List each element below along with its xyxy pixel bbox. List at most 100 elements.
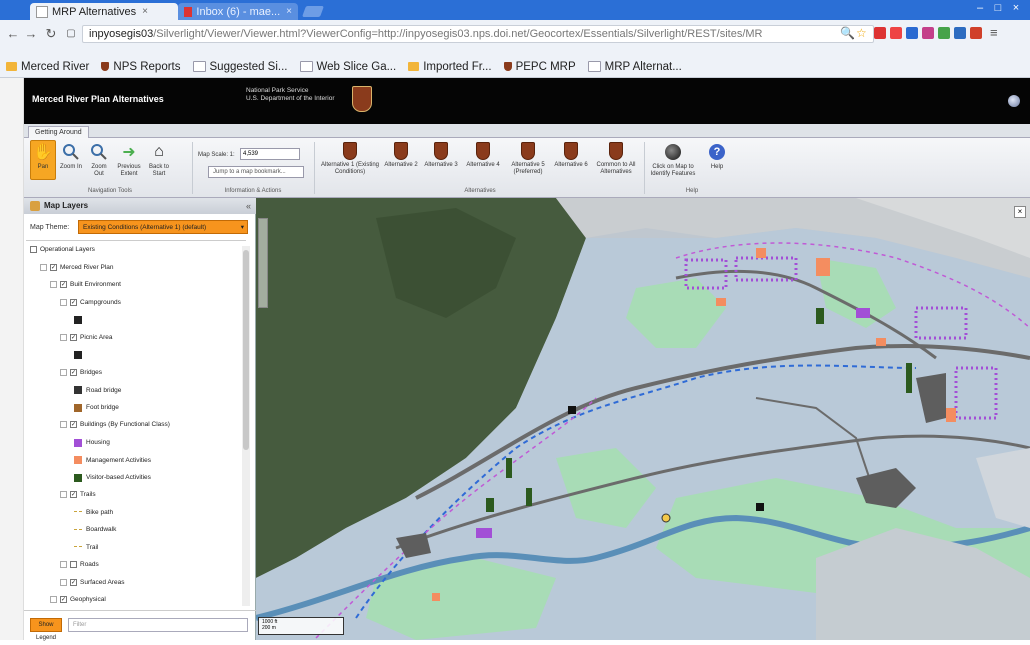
map-scale-input[interactable]: 4,539: [240, 148, 300, 160]
forward-arrow-icon[interactable]: →: [24, 27, 38, 41]
expander-icon[interactable]: [60, 368, 67, 376]
alternative-label: Alternative 3: [424, 162, 458, 168]
layer-tree-row[interactable]: ✓ Buildings (By Functional Class): [60, 421, 170, 428]
layer-checkbox[interactable]: ✓: [70, 368, 77, 376]
extension-icon[interactable]: [938, 27, 950, 39]
legend-swatch: [74, 351, 82, 359]
expander-icon[interactable]: [60, 491, 67, 498]
extension-icon[interactable]: [954, 27, 966, 39]
address-bar[interactable]: inpyosegis03/Silverlight/Viewer/Viewer.h…: [82, 25, 874, 43]
bookmark-item[interactable]: Merced River: [6, 61, 89, 73]
extension-icon[interactable]: [970, 27, 982, 39]
common-to-all-button[interactable]: Common to All Alternatives: [594, 142, 638, 176]
collapse-icon[interactable]: «: [246, 201, 251, 211]
layer-checkbox[interactable]: ✓: [70, 578, 77, 586]
expander-icon[interactable]: [50, 596, 57, 603]
layer-checkbox[interactable]: ✓: [70, 333, 77, 341]
layer-tree-row[interactable]: Bike path: [60, 509, 113, 516]
layer-checkbox[interactable]: ✓: [70, 421, 77, 428]
extension-icon[interactable]: [906, 27, 918, 39]
alternative-1-button[interactable]: Alternative 1 (Existing Conditions): [320, 142, 380, 176]
bookmark-item[interactable]: NPS Reports: [101, 61, 181, 73]
page-info-icon[interactable]: ▢: [64, 27, 78, 41]
close-tab-icon[interactable]: ×: [142, 6, 148, 17]
reload-icon[interactable]: ↻: [44, 27, 58, 41]
bookmark-item[interactable]: PEPC MRP: [503, 61, 576, 73]
tab-inbox[interactable]: Inbox (6) - mae... ×: [178, 3, 298, 20]
close-tab-icon[interactable]: ×: [286, 6, 292, 17]
star-icon[interactable]: ☆: [856, 26, 867, 40]
extension-icon[interactable]: [890, 27, 902, 39]
layer-checkbox[interactable]: ✓: [60, 281, 67, 288]
layer-tree-row[interactable]: ✓ Campgrounds: [60, 298, 121, 306]
show-legend-button[interactable]: Show Legend: [30, 618, 62, 641]
scrollbar-thumb[interactable]: [243, 250, 249, 450]
layer-checkbox[interactable]: [30, 246, 37, 253]
bookmark-item[interactable]: Suggested Si...: [192, 61, 288, 73]
layer-checkbox[interactable]: ✓: [70, 298, 77, 306]
bookmark-label: MRP Alternat...: [604, 60, 682, 73]
identify-button[interactable]: Click on Map to Identify Features: [650, 142, 696, 178]
zoom-slider[interactable]: [258, 218, 268, 308]
menu-icon[interactable]: ≡: [990, 25, 998, 40]
filter-input[interactable]: Filter: [68, 618, 248, 632]
layer-tree-row[interactable]: Management Activities: [60, 456, 151, 464]
zoom-in-button[interactable]: Zoom In: [58, 142, 84, 171]
agency-name: National Park Service U.S. Department of…: [246, 87, 335, 103]
expander-icon[interactable]: [50, 281, 57, 288]
alternative-5-button[interactable]: Alternative 5 (Preferred): [506, 142, 550, 176]
layer-tree-row[interactable]: ✓ Surfaced Areas: [60, 578, 124, 586]
alternative-6-button[interactable]: Alternative 6: [554, 142, 588, 169]
layer-tree-row[interactable]: Visitor-based Activities: [60, 473, 151, 482]
map-view[interactable]: [256, 198, 1030, 640]
layer-checkbox[interactable]: ✓: [50, 263, 57, 271]
close-icon[interactable]: ×: [1014, 206, 1026, 218]
extension-icon[interactable]: [874, 27, 886, 39]
extension-icon[interactable]: [922, 27, 934, 39]
layer-tree-row[interactable]: [60, 316, 86, 324]
layer-tree-row[interactable]: Roads: [60, 561, 99, 568]
layer-tree-row[interactable]: [60, 351, 86, 359]
layer-tree-row[interactable]: ✓ Geophysical: [50, 596, 106, 603]
expander-icon[interactable]: [60, 578, 67, 586]
previous-extent-button[interactable]: ➜ Previous Extent: [116, 142, 142, 178]
layer-tree-row[interactable]: ✓ Merced River Plan: [40, 263, 113, 271]
bookmark-item[interactable]: Web Slice Ga...: [299, 61, 396, 73]
layer-checkbox[interactable]: ✓: [70, 491, 77, 498]
layer-checkbox[interactable]: ✓: [60, 596, 67, 603]
expander-icon[interactable]: [60, 561, 67, 568]
bookmark-item[interactable]: Imported Fr...: [408, 61, 492, 73]
map-bookmark-select[interactable]: Jump to a map bookmark...: [208, 166, 304, 178]
bookmark-item[interactable]: MRP Alternat...: [587, 60, 682, 73]
back-to-start-button[interactable]: ⌂ Back to Start: [146, 142, 172, 178]
minimize-button[interactable]: –: [972, 2, 988, 16]
help-button[interactable]: ? Help: [704, 142, 730, 171]
back-arrow-icon[interactable]: ←: [6, 27, 20, 41]
layer-tree-row[interactable]: Housing: [60, 438, 110, 447]
expander-icon[interactable]: [60, 421, 67, 428]
layer-tree-row[interactable]: ✓ Trails: [60, 491, 96, 498]
maximize-button[interactable]: □: [990, 2, 1006, 16]
layer-tree-row[interactable]: ✓ Bridges: [60, 368, 102, 376]
pan-button-content[interactable]: ✋ Pan: [30, 142, 56, 171]
layer-tree-row[interactable]: ✓ Picnic Area: [60, 333, 113, 341]
expander-icon[interactable]: [60, 298, 67, 306]
zoom-icon[interactable]: 🔍: [840, 26, 855, 40]
alternative-3-button[interactable]: Alternative 3: [424, 142, 458, 169]
layer-tree-row[interactable]: Operational Layers: [30, 246, 95, 253]
layer-tree-row[interactable]: Trail: [60, 544, 98, 551]
layer-tree-row[interactable]: Foot bridge: [60, 403, 119, 412]
map-theme-select[interactable]: Existing Conditions (Alternative 1) (def…: [78, 220, 248, 234]
globe-icon[interactable]: [1008, 95, 1020, 107]
close-window-button[interactable]: ×: [1008, 2, 1024, 16]
layer-checkbox[interactable]: [70, 561, 77, 568]
layer-tree-row[interactable]: Road bridge: [60, 386, 121, 394]
tab-mrp-alternatives[interactable]: MRP Alternatives ×: [30, 3, 178, 20]
layer-tree-row[interactable]: Boardwalk: [60, 526, 116, 533]
expander-icon[interactable]: [40, 263, 47, 271]
alternative-4-button[interactable]: Alternative 4: [466, 142, 500, 169]
alternative-2-button[interactable]: Alternative 2: [384, 142, 418, 169]
expander-icon[interactable]: [60, 333, 67, 341]
layer-tree-row[interactable]: ✓ Built Environment: [50, 281, 121, 288]
zoom-out-button[interactable]: Zoom Out: [86, 142, 112, 178]
